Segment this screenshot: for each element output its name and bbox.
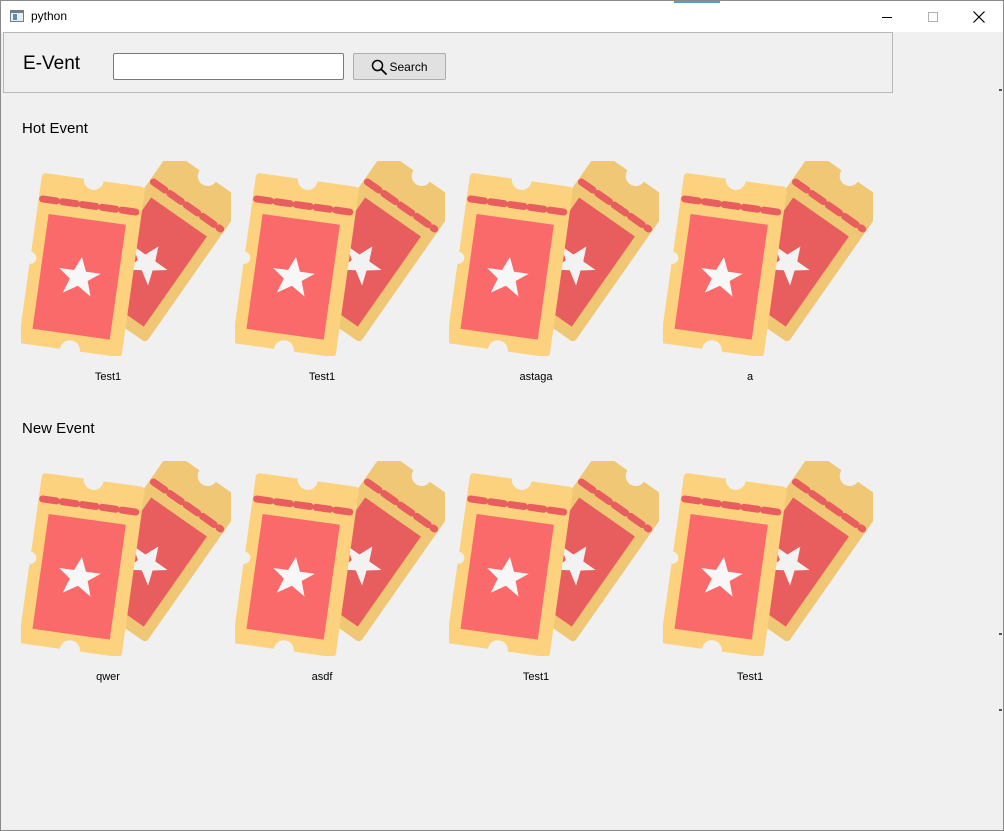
event-name: Test1 [522, 671, 550, 683]
maximize-icon [928, 11, 938, 22]
title-bar-accent [674, 1, 720, 3]
ticket-icon [663, 161, 873, 356]
search-icon [372, 59, 388, 75]
ticket-icon [235, 161, 445, 356]
event-card[interactable]: Test1 [429, 461, 643, 693]
event-name: Test1 [94, 371, 122, 383]
ticket-icon [449, 161, 659, 356]
search-button-label: Search [389, 59, 428, 74]
event-card[interactable]: Test1 [643, 461, 857, 693]
event-name: astaga [519, 371, 553, 383]
event-card[interactable]: qwer [1, 461, 215, 693]
edge-mark [999, 89, 1002, 91]
event-card[interactable]: asdf [215, 461, 429, 693]
maximize-button[interactable] [910, 1, 956, 32]
event-name: Test1 [308, 371, 336, 383]
hot-event-list: Test1 Test1 astaga a [1, 161, 891, 401]
event-card[interactable]: Test1 [1, 161, 215, 393]
app-window: python E-Vent Search Hot Event Test1 Tes… [0, 0, 1004, 831]
ticket-icon [21, 161, 231, 356]
app-logo: E-Vent [23, 53, 81, 74]
event-name: asdf [311, 671, 333, 683]
close-button[interactable] [956, 1, 1002, 32]
title-bar[interactable]: python [1, 1, 1003, 32]
search-button[interactable]: Search [353, 53, 446, 80]
event-name: qwer [96, 671, 120, 683]
hot-event-title: Hot Event [22, 120, 88, 137]
edge-mark [999, 633, 1002, 635]
minimize-button[interactable] [864, 1, 910, 32]
close-icon [973, 10, 985, 23]
event-name: Test1 [736, 671, 764, 683]
event-card[interactable]: astaga [429, 161, 643, 393]
python-window-icon [10, 10, 24, 22]
edge-mark [999, 709, 1002, 711]
minimize-icon [882, 16, 892, 18]
new-event-list: qwer asdf Test1 Test1 [1, 461, 891, 701]
ticket-icon [663, 461, 873, 656]
event-name: a [746, 371, 754, 383]
ticket-icon [235, 461, 445, 656]
event-card[interactable]: Test1 [215, 161, 429, 393]
search-input[interactable] [113, 53, 344, 80]
header-bar: E-Vent Search [3, 32, 893, 93]
ticket-icon [449, 461, 659, 656]
new-event-title: New Event [22, 420, 95, 437]
window-title: python [31, 9, 68, 23]
event-card[interactable]: a [643, 161, 857, 393]
ticket-icon [21, 461, 231, 656]
